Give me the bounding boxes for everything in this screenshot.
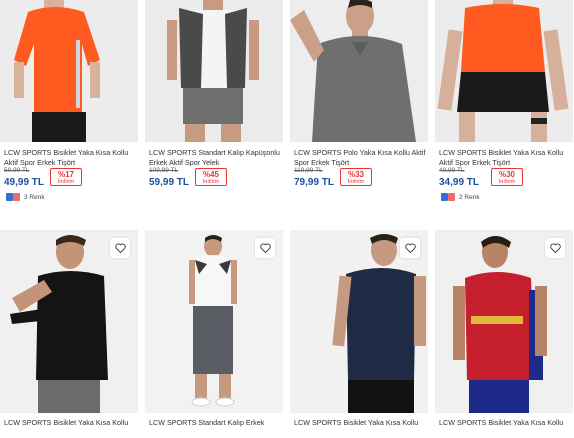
discount-badge: %33 İndirim xyxy=(340,168,372,186)
favorite-button[interactable] xyxy=(545,238,565,258)
color-count: 2 Renk xyxy=(459,193,480,201)
product-title[interactable]: LCW SPORTS Standart Kalıp Kapüşonlu Erke… xyxy=(149,148,281,168)
discount-percent: %30 xyxy=(498,170,515,179)
product-image[interactable] xyxy=(145,230,283,413)
product-card[interactable]: LCW SPORTS Bisiklet Yaka Kısa Kollu xyxy=(0,230,138,430)
product-image[interactable] xyxy=(290,0,428,142)
color-options[interactable]: 2 Renk xyxy=(441,193,480,201)
current-price: 49,99 TL xyxy=(4,177,45,188)
discount-percent: %33 xyxy=(347,170,364,179)
product-title[interactable]: LCW SPORTS Bisiklet Yaka Kısa Kollu xyxy=(294,418,426,438)
favorite-button[interactable] xyxy=(110,238,130,258)
discount-label: İndirim xyxy=(498,179,516,185)
discount-label: İndirim xyxy=(57,179,75,185)
product-card[interactable]: LCW SPORTS Bisiklet Yaka Kısa Kollu Akti… xyxy=(435,0,573,205)
heart-outline-icon xyxy=(404,243,416,253)
product-card[interactable]: LCW SPORTS Standart Kalıp Erkek xyxy=(145,230,283,430)
discount-percent: %45 xyxy=(202,170,219,179)
product-card[interactable]: LCW SPORTS Bisiklet Yaka Kısa Kollu xyxy=(290,230,428,430)
current-price: 34,99 TL xyxy=(439,177,480,188)
discount-badge: %30 İndirim xyxy=(491,168,523,186)
color-options[interactable]: 3 Renk xyxy=(6,193,45,201)
product-image[interactable] xyxy=(145,0,283,142)
product-grid: LCW SPORTS Bisiklet Yaka Kısa Kollu Akti… xyxy=(0,0,574,430)
old-price: 49,99 TL xyxy=(439,167,465,174)
favorite-button[interactable] xyxy=(400,238,420,258)
color-swatch[interactable] xyxy=(448,193,455,201)
color-count: 3 Renk xyxy=(24,193,45,201)
favorite-button[interactable] xyxy=(255,238,275,258)
product-title[interactable]: LCW SPORTS Standart Kalıp Erkek xyxy=(149,418,281,438)
product-card[interactable]: LCW SPORTS Bisiklet Yaka Kısa Kollu Akti… xyxy=(0,0,138,205)
heart-outline-icon xyxy=(549,243,561,253)
color-swatch[interactable] xyxy=(441,193,448,201)
current-price: 79,99 TL xyxy=(294,177,335,188)
heart-outline-icon xyxy=(259,243,271,253)
product-image[interactable] xyxy=(435,230,573,413)
product-image[interactable] xyxy=(0,230,138,413)
product-title[interactable]: LCW SPORTS Bisiklet Yaka Kısa Kollu Akti… xyxy=(439,148,571,168)
current-price: 59,99 TL xyxy=(149,177,190,188)
product-title[interactable]: LCW SPORTS Bisiklet Yaka Kısa Kollu Akti… xyxy=(4,148,136,168)
old-price: 109,99 TL xyxy=(149,167,179,174)
discount-badge: %45 İndirim xyxy=(195,168,227,186)
product-image[interactable] xyxy=(290,230,428,413)
product-title[interactable]: LCW SPORTS Bisiklet Yaka Kısa Kollu xyxy=(4,418,136,438)
product-title[interactable]: LCW SPORTS Bisiklet Yaka Kısa Kollu xyxy=(439,418,571,438)
product-card[interactable]: LCW SPORTS Polo Yaka Kısa Kollu Aktif Sp… xyxy=(290,0,428,205)
discount-label: İndirim xyxy=(347,179,365,185)
old-price: 119,99 TL xyxy=(294,167,323,174)
product-image[interactable] xyxy=(0,0,138,142)
product-card[interactable]: LCW SPORTS Standart Kalıp Kapüşonlu Erke… xyxy=(145,0,283,205)
product-card[interactable]: LCW SPORTS Bisiklet Yaka Kısa Kollu xyxy=(435,230,573,430)
discount-label: İndirim xyxy=(202,179,220,185)
product-title[interactable]: LCW SPORTS Polo Yaka Kısa Kollu Aktif Sp… xyxy=(294,148,426,168)
discount-badge: %17 İndirim xyxy=(50,168,82,186)
color-swatch[interactable] xyxy=(6,193,13,201)
old-price: 59,99 TL xyxy=(4,167,30,174)
product-image[interactable] xyxy=(435,0,573,142)
heart-outline-icon xyxy=(114,243,126,253)
discount-percent: %17 xyxy=(57,170,74,179)
color-swatch[interactable] xyxy=(13,193,20,201)
